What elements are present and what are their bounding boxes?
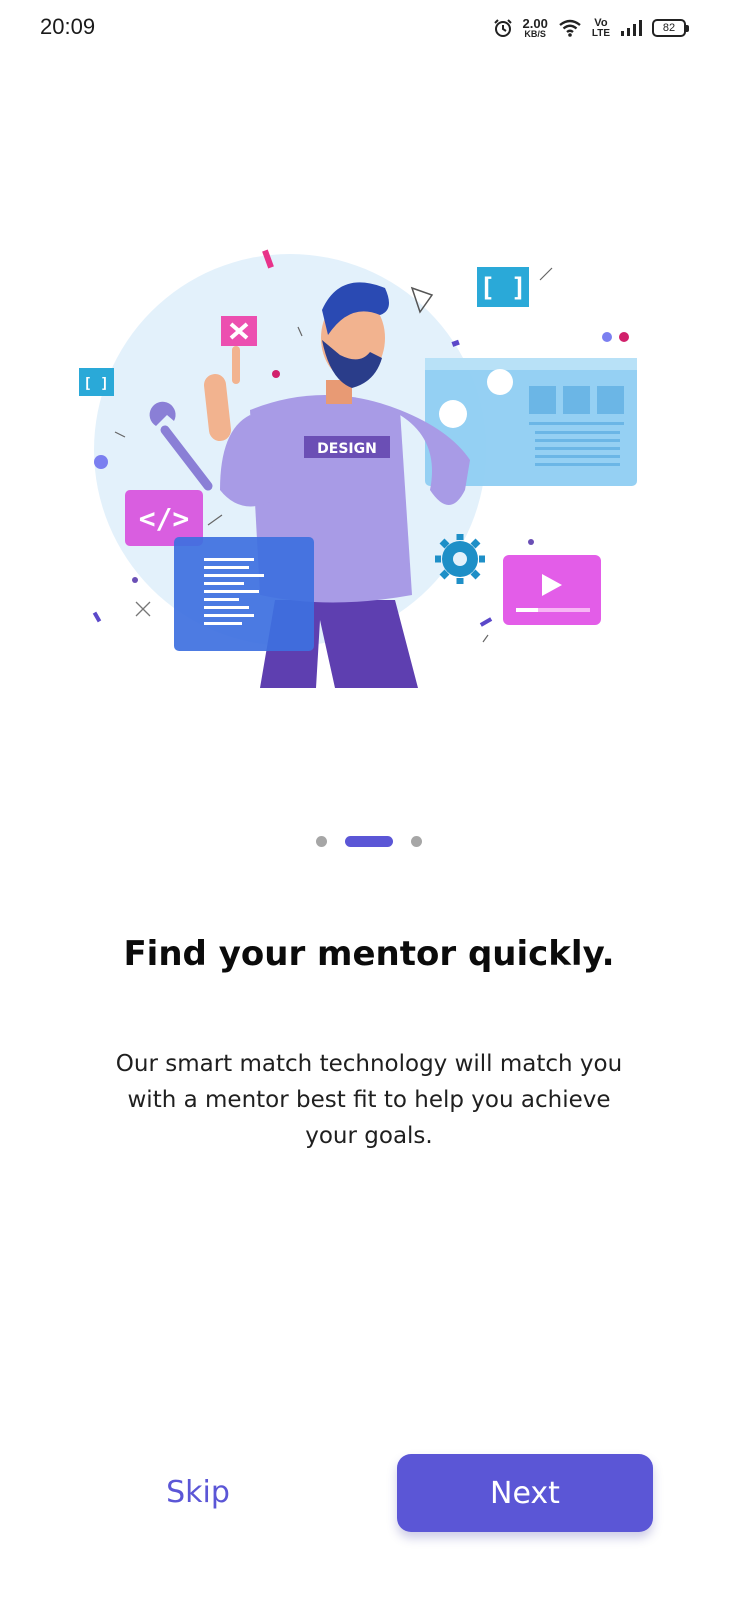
svg-text:[ ]: [ ] xyxy=(83,376,108,392)
page-indicator xyxy=(0,836,738,847)
confetti-blue-2 xyxy=(479,617,493,627)
svg-text:</>: </> xyxy=(139,502,190,535)
svg-text:[ ]: [ ] xyxy=(480,273,527,303)
confetti-blue-3 xyxy=(92,611,102,623)
wifi-icon xyxy=(559,19,581,37)
status-icons: 2.00 KB/S Vo LTE 82 xyxy=(493,14,689,42)
close-card xyxy=(221,316,257,346)
signal-icon xyxy=(621,20,642,36)
status-time: 20:09 xyxy=(40,14,96,39)
dot-magenta xyxy=(619,332,629,342)
volte-indicator: Vo LTE xyxy=(591,16,610,39)
onboarding-title: Find your mentor quickly. xyxy=(123,934,615,974)
next-button[interactable]: Next xyxy=(397,1454,653,1532)
dot-small xyxy=(132,577,138,583)
onboarding-illustration: [ ] [ ] </> DESIGN xyxy=(79,249,637,688)
status-bar: 20:09 2.00 KB/S Vo LTE 82 xyxy=(0,0,738,56)
bracket-card-small: [ ] xyxy=(79,368,114,396)
volte-top: Vo xyxy=(594,16,608,29)
cross-shape xyxy=(135,601,151,617)
volte-bottom: LTE xyxy=(591,27,610,39)
onboarding-description: Our smart match technology will match yo… xyxy=(115,1051,623,1149)
video-card xyxy=(503,555,601,625)
gear-icon xyxy=(435,534,485,584)
bracket-card-large: [ ] xyxy=(477,267,529,307)
dot-blue xyxy=(94,455,108,469)
net-speed: 2.00 KB/S xyxy=(523,17,548,39)
dot-purple xyxy=(602,332,612,342)
skip-button[interactable]: Skip xyxy=(118,1454,278,1530)
code-panel xyxy=(174,537,314,651)
alarm-icon xyxy=(493,19,512,37)
page-dot-3[interactable] xyxy=(411,836,422,847)
battery-icon: 82 xyxy=(652,19,689,37)
dot-small-2 xyxy=(528,539,534,545)
dot-magenta-small xyxy=(272,370,280,378)
net-speed-unit: KB/S xyxy=(524,29,546,39)
page-dot-1[interactable] xyxy=(316,836,327,847)
page-dot-2-active[interactable] xyxy=(345,836,393,847)
shirt-text: DESIGN xyxy=(317,441,377,457)
